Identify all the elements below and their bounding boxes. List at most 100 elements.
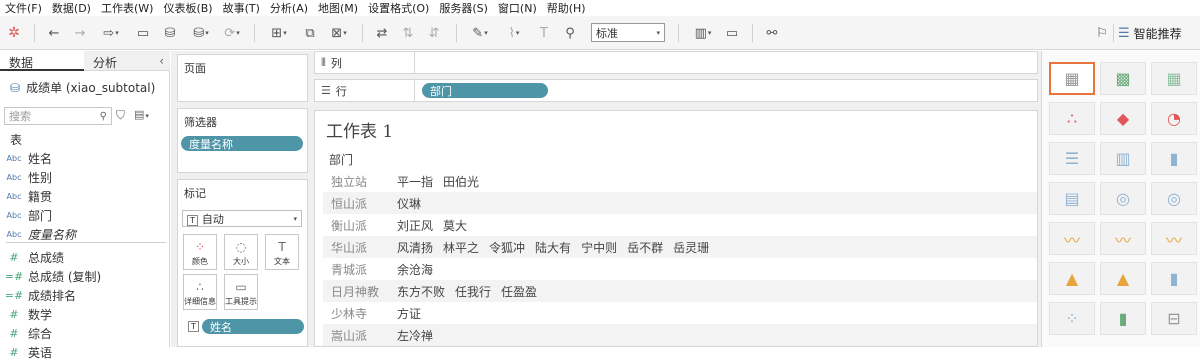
- sort-desc-icon[interactable]: ⇵: [424, 24, 444, 42]
- name-value[interactable]: 平一指: [397, 173, 433, 190]
- menu-item[interactable]: 帮助(H): [542, 0, 591, 16]
- area-continuous-thumb[interactable]: ▲: [1049, 262, 1095, 295]
- search-input[interactable]: 搜索: [9, 108, 31, 124]
- duplicate-sheet-icon[interactable]: ⧉: [300, 24, 320, 42]
- field-item[interactable]: Abc 性别: [0, 168, 170, 187]
- menu-item[interactable]: 故事(T): [218, 0, 265, 16]
- menu-item[interactable]: 数据(D): [47, 0, 96, 16]
- share-icon[interactable]: ⚯: [762, 24, 782, 42]
- dept-cell[interactable]: 青城派: [323, 261, 391, 278]
- field-item[interactable]: # 数学: [0, 305, 170, 324]
- presentation-icon[interactable]: ▭: [722, 24, 742, 42]
- horizontal-bar-thumb[interactable]: ☰: [1049, 142, 1095, 175]
- highlight-icon[interactable]: ✎ ▾: [466, 24, 494, 42]
- undo-icon[interactable]: ←: [44, 24, 64, 42]
- text-table-thumb[interactable]: ▦: [1049, 62, 1095, 95]
- columns-shelf[interactable]: ⦀ 列: [314, 51, 1038, 74]
- group-icon[interactable]: ⌇ ▾: [500, 24, 528, 42]
- dept-cell[interactable]: 衡山派: [323, 217, 391, 234]
- menu-item[interactable]: 仪表板(B): [158, 0, 217, 16]
- table-row[interactable]: 衡山派 刘正风 莫大: [323, 214, 1037, 236]
- size-button[interactable]: ◌ 大小: [224, 234, 258, 270]
- pages-card[interactable]: 页面: [177, 54, 308, 102]
- label-icon[interactable]: T: [534, 24, 554, 42]
- field-item[interactable]: Abc 籍贯: [0, 187, 170, 206]
- mark-pill[interactable]: 姓名: [202, 319, 304, 334]
- side-by-side-bar-thumb[interactable]: ▮: [1151, 142, 1197, 175]
- name-value[interactable]: 风清扬: [397, 239, 433, 256]
- color-button[interactable]: ⁘ 颜色: [183, 234, 217, 270]
- name-value[interactable]: 左冷禅: [397, 327, 433, 344]
- dept-cell[interactable]: 独立站: [323, 173, 391, 190]
- refresh-icon[interactable]: ⟳ ▾: [218, 24, 246, 42]
- menu-item[interactable]: 服务器(S): [434, 0, 493, 16]
- name-value[interactable]: 仪琳: [397, 195, 421, 212]
- name-value[interactable]: 宁中则: [581, 239, 617, 256]
- dual-line-thumb[interactable]: 〰: [1151, 222, 1197, 255]
- name-value[interactable]: 方证: [397, 305, 421, 322]
- field-item[interactable]: Abc 部门: [0, 206, 170, 225]
- menu-item[interactable]: 文件(F): [0, 0, 47, 16]
- replay-icon[interactable]: ⇨ ▾: [96, 24, 126, 42]
- field-item[interactable]: # 综合: [0, 324, 170, 343]
- tab-analysis[interactable]: 分析 ‹: [84, 51, 170, 71]
- filled-map-thumb[interactable]: ◆: [1100, 102, 1146, 135]
- view-options-icon[interactable]: ▤▾: [134, 108, 149, 121]
- detail-button[interactable]: ∴ 详细信息: [183, 274, 217, 310]
- menu-item[interactable]: 窗口(N): [493, 0, 542, 16]
- stacked-bar-thumb[interactable]: ▥: [1100, 142, 1146, 175]
- name-value[interactable]: 林平之: [443, 239, 479, 256]
- rows-shelf[interactable]: ☰ 行 部门: [314, 79, 1038, 102]
- name-value[interactable]: 岳灵珊: [673, 239, 709, 256]
- dual-combination-thumb[interactable]: ▮: [1151, 262, 1197, 295]
- treemap-thumb[interactable]: ▤: [1049, 182, 1095, 215]
- table-row[interactable]: 嵩山派 左冷禅: [323, 324, 1037, 346]
- name-value[interactable]: 田伯光: [443, 173, 479, 190]
- menu-item[interactable]: 工作表(W): [96, 0, 158, 16]
- pause-updates-icon[interactable]: ⛁ ▾: [186, 24, 216, 42]
- field-item[interactable]: # 英语: [0, 343, 170, 362]
- pie-chart-thumb[interactable]: ◔: [1151, 102, 1197, 135]
- mark-type-select[interactable]: T 自动 ▾: [182, 210, 302, 227]
- heat-map-thumb[interactable]: ▩: [1100, 62, 1146, 95]
- name-value[interactable]: 令狐冲: [489, 239, 525, 256]
- area-discrete-thumb[interactable]: ▲: [1100, 262, 1146, 295]
- new-datasource-icon[interactable]: ⛁: [160, 24, 180, 42]
- search-box[interactable]: 搜索 ⚲: [4, 107, 112, 125]
- tab-data[interactable]: 数据: [0, 51, 84, 71]
- text-button[interactable]: T 文本: [265, 234, 299, 270]
- name-value[interactable]: 莫大: [443, 217, 467, 234]
- showme-pin-icon[interactable]: ⚐: [1092, 24, 1112, 42]
- dept-cell[interactable]: 日月神教: [323, 283, 391, 300]
- smart-recommend-button[interactable]: ☰ 智能推荐: [1118, 23, 1182, 43]
- line-continuous-thumb[interactable]: 〰: [1049, 222, 1095, 255]
- pin-icon[interactable]: ⚲: [560, 24, 580, 42]
- scatter-plot-thumb[interactable]: ⁘: [1049, 302, 1095, 335]
- name-value[interactable]: 岳不群: [627, 239, 663, 256]
- dept-cell[interactable]: 少林寺: [323, 305, 391, 322]
- dept-cell[interactable]: 嵩山派: [323, 327, 391, 344]
- box-plot-thumb[interactable]: ⊟: [1151, 302, 1197, 335]
- field-item[interactable]: =# 总成绩 (复制): [0, 267, 170, 286]
- circle-view-thumb[interactable]: ◎: [1100, 182, 1146, 215]
- dept-cell[interactable]: 恒山派: [323, 195, 391, 212]
- field-item[interactable]: # 总成绩: [0, 248, 170, 267]
- collapse-icon[interactable]: ‹: [159, 54, 164, 68]
- menu-item[interactable]: 地图(M): [313, 0, 363, 16]
- line-discrete-thumb[interactable]: 〰: [1100, 222, 1146, 255]
- fit-icon[interactable]: ▥ ▾: [688, 24, 718, 42]
- side-by-side-circle-thumb[interactable]: ◎: [1151, 182, 1197, 215]
- rows-pill[interactable]: 部门: [422, 83, 548, 98]
- highlight-table-thumb[interactable]: ▦: [1151, 62, 1197, 95]
- field-item[interactable]: Abc 姓名: [0, 149, 170, 168]
- symbol-map-thumb[interactable]: ∴: [1049, 102, 1095, 135]
- field-item[interactable]: =# 成绩排名: [0, 286, 170, 305]
- save-icon[interactable]: ▭: [133, 24, 153, 42]
- swap-icon[interactable]: ⇄: [372, 24, 392, 42]
- sort-asc-icon[interactable]: ⇅: [398, 24, 418, 42]
- table-row[interactable]: 日月神教 东方不败 任我行 任盈盈: [323, 280, 1037, 302]
- name-value[interactable]: 刘正风: [397, 217, 433, 234]
- tooltip-button[interactable]: ▭ 工具提示: [224, 274, 258, 310]
- name-value[interactable]: 余沧海: [397, 261, 433, 278]
- table-row[interactable]: 少林寺 方证: [323, 302, 1037, 324]
